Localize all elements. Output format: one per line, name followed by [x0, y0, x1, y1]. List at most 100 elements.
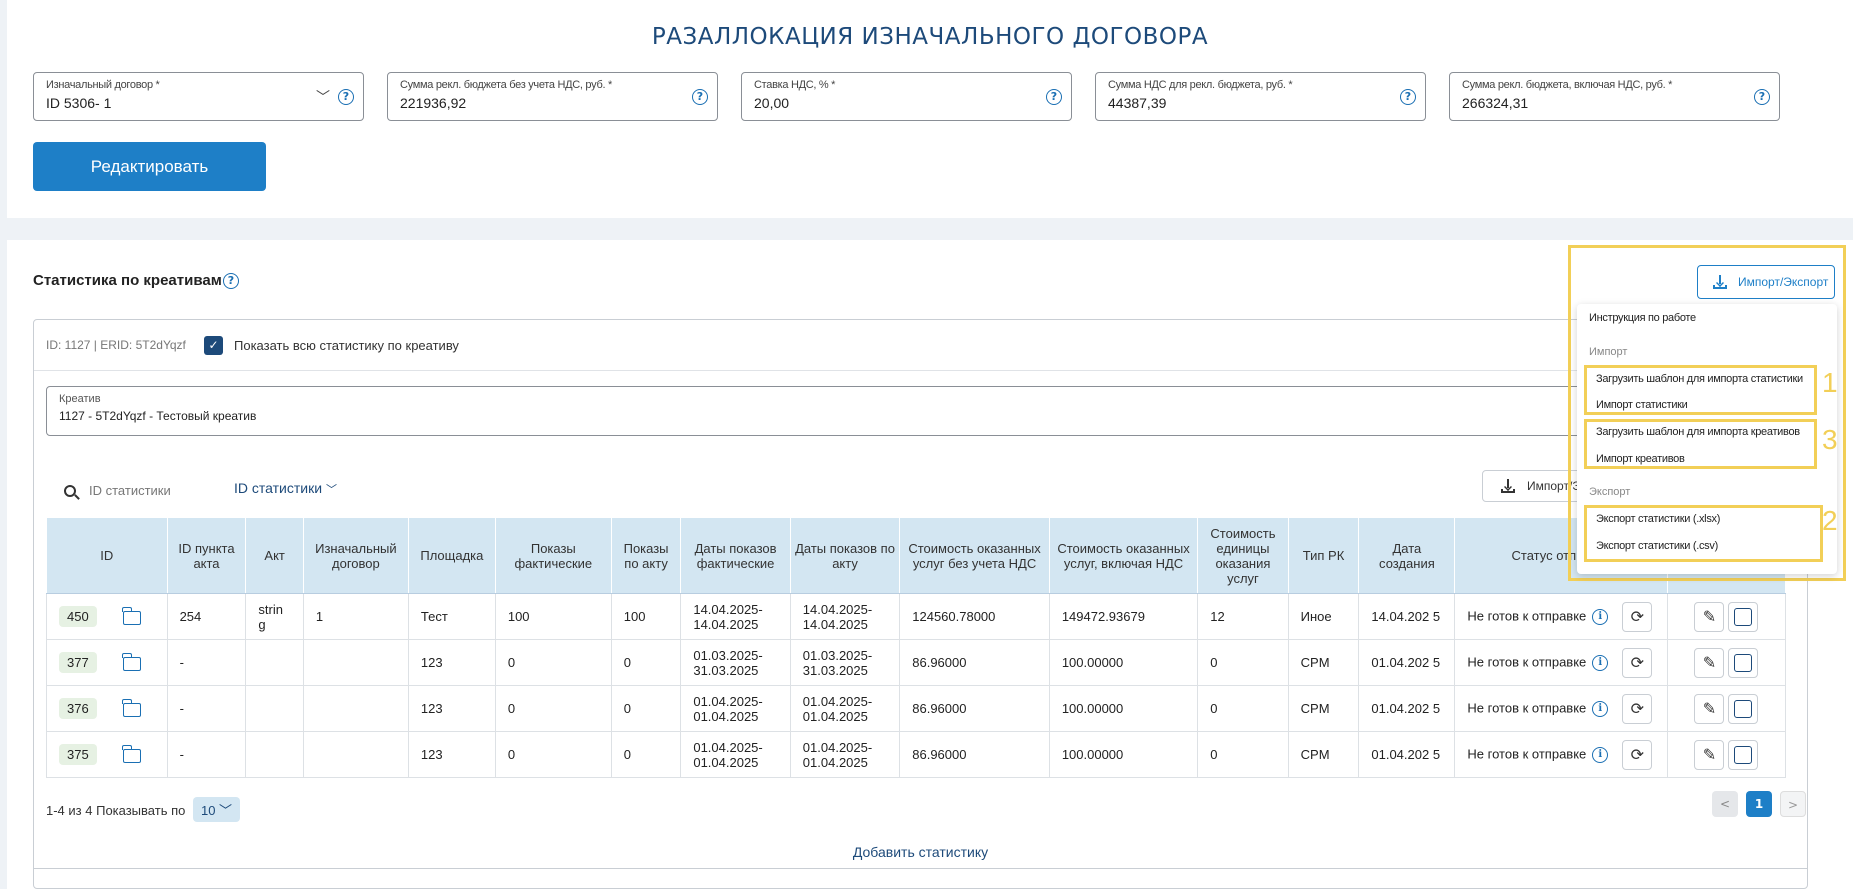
- cell-shows-act: 0: [610, 685, 682, 732]
- cell-shows-fact: 0: [494, 685, 612, 732]
- folder-icon[interactable]: [122, 698, 141, 717]
- column-header[interactable]: Стоимость единицы оказания услуг: [1197, 517, 1289, 594]
- cell-created: 14.04.202 5: [1358, 593, 1456, 640]
- creative-meta: ID: 1127 | ERID: 5T2dYqzf: [46, 338, 186, 352]
- search-input[interactable]: [89, 479, 209, 501]
- per-page-select[interactable]: 10 ﹀: [192, 797, 241, 822]
- refresh-button[interactable]: ⟳: [1622, 739, 1653, 770]
- chevron-down-icon[interactable]: ﹀: [316, 87, 330, 107]
- column-header[interactable]: Дата создания: [1358, 517, 1456, 594]
- initial-contract-select[interactable]: Изначальный договор * ID 5306- 1 ﹀ ?: [33, 72, 364, 121]
- folder-icon[interactable]: [122, 606, 141, 625]
- row-select-button[interactable]: [1728, 601, 1759, 632]
- search-icon: [64, 485, 76, 497]
- row-select-button[interactable]: [1728, 739, 1759, 770]
- field-value: 1127 - 5T2dYqzf - Тестовый креатив: [59, 409, 257, 423]
- edit-icon[interactable]: ✎: [1694, 601, 1725, 632]
- column-header[interactable]: Акт: [245, 517, 304, 594]
- checkbox[interactable]: [1734, 654, 1753, 672]
- cell-id: 376: [46, 685, 168, 732]
- help-icon[interactable]: ?: [338, 89, 354, 105]
- refresh-button[interactable]: ⟳: [1622, 647, 1653, 678]
- checkbox[interactable]: [1734, 608, 1753, 626]
- row-select-button[interactable]: [1728, 647, 1759, 678]
- refresh-button[interactable]: ⟳: [1622, 601, 1653, 632]
- cell-dates-act: 14.04.2025- 14.04.2025: [789, 593, 901, 640]
- section-title: Статистика по креативам: [33, 272, 222, 289]
- cell-cost-no-vat: 86.96000: [899, 731, 1050, 778]
- row-select-button[interactable]: [1728, 693, 1759, 724]
- edit-icon[interactable]: ✎: [1694, 647, 1725, 678]
- cell-status: Не готов к отправке i ⟳: [1454, 639, 1668, 686]
- column-header[interactable]: Стоимость оказанных услуг без учета НДС: [899, 517, 1050, 594]
- cell-shows-act: 100: [610, 593, 682, 640]
- menu-section-export: Экспорт: [1589, 486, 1631, 498]
- budget-no-vat-field[interactable]: Сумма рекл. бюджета без учета НДС, руб. …: [387, 72, 718, 121]
- field-value: 221936,92: [400, 95, 467, 111]
- cell-dates-act: 01.04.2025- 01.04.2025: [789, 731, 901, 778]
- column-header[interactable]: Площадка: [407, 517, 496, 594]
- column-header[interactable]: Стоимость оказанных услуг, включая НДС: [1048, 517, 1199, 594]
- column-header[interactable]: Тип РК: [1287, 517, 1360, 594]
- help-icon[interactable]: ?: [692, 89, 708, 105]
- column-header[interactable]: Показы по акту: [610, 517, 682, 594]
- show-all-checkbox[interactable]: ✓: [204, 336, 223, 355]
- cell-platform: Тест: [407, 593, 496, 640]
- column-header[interactable]: Показы фактические: [494, 517, 612, 594]
- divider: [34, 868, 1807, 869]
- folder-icon[interactable]: [122, 652, 141, 671]
- add-statistics-link[interactable]: Добавить статистику: [34, 844, 1807, 860]
- info-icon[interactable]: i: [1592, 746, 1609, 763]
- next-page-button[interactable]: >: [1780, 791, 1806, 817]
- cell-id: 450: [46, 593, 168, 640]
- id-badge[interactable]: 377: [59, 652, 97, 673]
- edit-icon[interactable]: ✎: [1694, 739, 1725, 770]
- cell-cost-no-vat: 124560.78000: [899, 593, 1050, 640]
- help-icon[interactable]: ?: [1046, 89, 1062, 105]
- checkbox[interactable]: [1734, 700, 1753, 718]
- import-export-button[interactable]: Импорт/Экспорт: [1697, 265, 1835, 299]
- prev-page-button[interactable]: <: [1712, 791, 1738, 817]
- id-badge[interactable]: 450: [59, 606, 97, 627]
- column-header[interactable]: ID пункта акта: [166, 517, 247, 594]
- field-label: Изначальный договор *: [46, 79, 160, 91]
- field-value: ID 5306- 1: [46, 95, 112, 111]
- page-title: РАЗАЛЛОКАЦИЯ ИЗНАЧАЛЬНОГО ДОГОВОРА: [651, 24, 1209, 50]
- id-badge[interactable]: 375: [59, 744, 97, 765]
- column-header[interactable]: Даты показов по акту: [789, 517, 901, 594]
- cell-act: [245, 731, 304, 778]
- column-header[interactable]: ID: [46, 517, 168, 594]
- folder-icon[interactable]: [122, 744, 141, 763]
- menu-item-instruction[interactable]: Инструкция по работе: [1589, 312, 1696, 324]
- edit-button[interactable]: Редактировать: [33, 142, 266, 191]
- column-header[interactable]: Изначальный договор: [302, 517, 409, 594]
- column-header[interactable]: Даты показов фактические: [680, 517, 791, 594]
- highlight-number: 2: [1822, 505, 1838, 536]
- creative-select[interactable]: Креатив 1127 - 5T2dYqzf - Тестовый креат…: [46, 386, 1797, 436]
- cell-shows-fact: 0: [494, 639, 612, 686]
- help-icon[interactable]: ?: [223, 273, 239, 289]
- download-icon: [1501, 479, 1515, 493]
- budget-with-vat-field[interactable]: Сумма рекл. бюджета, включая НДС, руб. *…: [1449, 72, 1780, 121]
- field-value: 266324,31: [1462, 95, 1529, 111]
- checkbox[interactable]: [1734, 746, 1753, 764]
- field-value: 20,00: [754, 95, 790, 111]
- help-icon[interactable]: ?: [1400, 89, 1416, 105]
- info-icon[interactable]: i: [1592, 608, 1609, 625]
- info-icon[interactable]: i: [1592, 700, 1609, 717]
- cell-created: 01.04.202 5: [1358, 639, 1456, 686]
- cell-contract: [302, 731, 409, 778]
- cell-dates-fact: 01.04.2025- 01.04.2025: [680, 685, 791, 732]
- id-badge[interactable]: 376: [59, 698, 97, 719]
- cell-unit-cost: 0: [1197, 685, 1289, 732]
- divider: [34, 370, 1807, 371]
- vat-amount-field[interactable]: Сумма НДС для рекл. бюджета, руб. * 4438…: [1095, 72, 1426, 121]
- page-button[interactable]: 1: [1746, 791, 1772, 817]
- id-filter-select[interactable]: ID статистики ﹀: [234, 480, 337, 497]
- edit-icon[interactable]: ✎: [1694, 693, 1725, 724]
- info-icon[interactable]: i: [1592, 654, 1609, 671]
- vat-rate-field[interactable]: Ставка НДС, % * 20,00 ?: [741, 72, 1072, 121]
- help-icon[interactable]: ?: [1754, 89, 1770, 105]
- button-label: Импорт/Экспорт: [1738, 275, 1829, 289]
- refresh-button[interactable]: ⟳: [1622, 693, 1653, 724]
